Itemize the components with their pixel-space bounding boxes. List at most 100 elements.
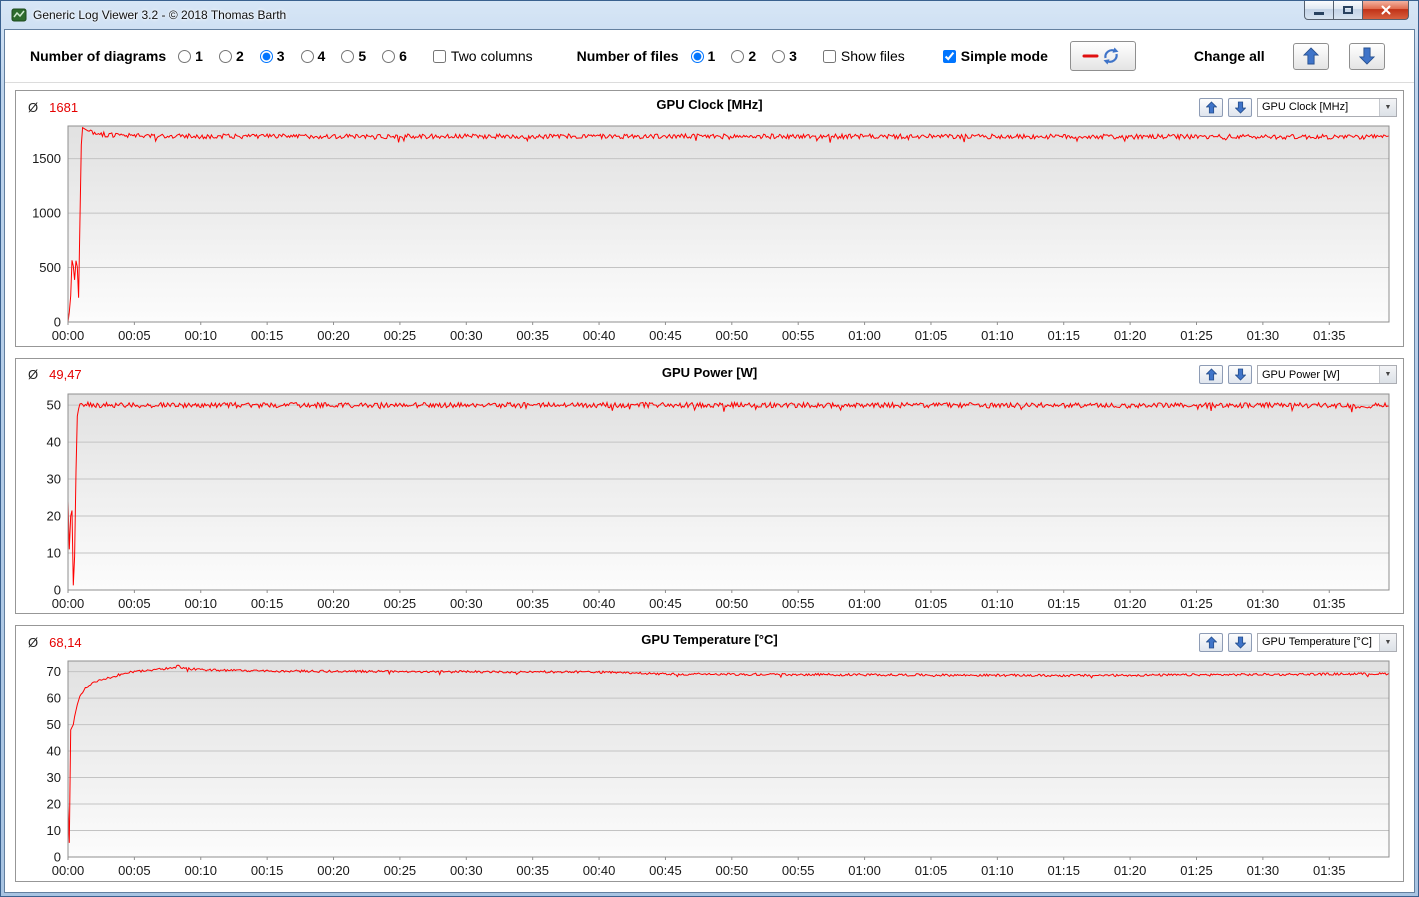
- svg-text:00:20: 00:20: [317, 328, 350, 343]
- client-area: Number of diagrams 1 2 3 4 5 6 Two colum…: [4, 29, 1415, 893]
- two-columns-checkbox[interactable]: [433, 50, 446, 63]
- chart-panel-gpu-temperature: Ø 68,14 GPU Temperature [°C] GPU Tempera…: [15, 625, 1404, 882]
- svg-text:60: 60: [47, 691, 61, 706]
- svg-text:00:30: 00:30: [450, 596, 483, 611]
- svg-text:00:20: 00:20: [317, 596, 350, 611]
- svg-text:00:45: 00:45: [649, 328, 682, 343]
- change-all-label: Change all: [1194, 48, 1265, 64]
- files-radio-2[interactable]: 2: [731, 48, 756, 64]
- svg-text:01:25: 01:25: [1180, 596, 1213, 611]
- svg-text:500: 500: [39, 260, 61, 275]
- diagrams-radio-3[interactable]: 3: [260, 48, 285, 64]
- maximize-button[interactable]: [1334, 1, 1363, 20]
- change-all-up-button[interactable]: [1293, 43, 1329, 70]
- move-chart-down-button[interactable]: [1228, 98, 1252, 117]
- diagrams-radio-input-4[interactable]: [301, 50, 314, 63]
- diagrams-radio-input-1[interactable]: [178, 50, 191, 63]
- chart-panel-gpu-clock: Ø 1681 GPU Clock [MHz] GPU Clock [MHz] ▼: [15, 90, 1404, 347]
- diagrams-radio-input-2[interactable]: [219, 50, 232, 63]
- svg-text:01:10: 01:10: [981, 328, 1014, 343]
- svg-text:01:35: 01:35: [1313, 328, 1346, 343]
- svg-text:01:10: 01:10: [981, 863, 1014, 878]
- arrow-up-icon: [1206, 636, 1217, 649]
- svg-text:01:20: 01:20: [1114, 596, 1147, 611]
- diagrams-radio-2[interactable]: 2: [219, 48, 244, 64]
- move-chart-up-button[interactable]: [1199, 98, 1223, 117]
- svg-text:00:00: 00:00: [52, 596, 85, 611]
- move-chart-up-button[interactable]: [1199, 633, 1223, 652]
- svg-text:00:40: 00:40: [583, 328, 616, 343]
- show-files-option[interactable]: Show files: [823, 48, 905, 64]
- files-radio-input-1[interactable]: [691, 50, 704, 63]
- measurement-select[interactable]: GPU Clock [MHz] ▼: [1257, 98, 1397, 117]
- arrow-down-icon: [1235, 636, 1246, 649]
- line-style-refresh-button[interactable]: [1070, 41, 1136, 71]
- files-radio-3[interactable]: 3: [772, 48, 797, 64]
- diagrams-radio-1[interactable]: 1: [178, 48, 203, 64]
- files-radio-input-3[interactable]: [772, 50, 785, 63]
- show-files-checkbox[interactable]: [823, 50, 836, 63]
- titlebar[interactable]: Generic Log Viewer 3.2 - © 2018 Thomas B…: [4, 1, 1415, 29]
- svg-text:10: 10: [47, 823, 61, 838]
- diagrams-radio-input-5[interactable]: [341, 50, 354, 63]
- svg-text:00:30: 00:30: [450, 863, 483, 878]
- svg-text:00:10: 00:10: [184, 328, 217, 343]
- measurement-select[interactable]: GPU Power [W] ▼: [1257, 365, 1397, 384]
- svg-text:01:00: 01:00: [848, 328, 881, 343]
- average-value: 1681: [49, 100, 78, 115]
- svg-text:40: 40: [47, 744, 61, 759]
- diagrams-label: Number of diagrams: [30, 48, 166, 64]
- svg-text:01:30: 01:30: [1247, 328, 1280, 343]
- move-chart-down-button[interactable]: [1228, 365, 1252, 384]
- svg-text:00:15: 00:15: [251, 596, 284, 611]
- window-title: Generic Log Viewer 3.2 - © 2018 Thomas B…: [33, 8, 286, 22]
- panel-header: Ø 1681 GPU Clock [MHz] GPU Clock [MHz] ▼: [16, 91, 1403, 120]
- simple-mode-option[interactable]: Simple mode: [943, 48, 1048, 64]
- svg-text:30: 30: [47, 471, 61, 486]
- arrow-down-icon: [1235, 101, 1246, 114]
- diagrams-radio-input-6[interactable]: [382, 50, 395, 63]
- move-chart-down-button[interactable]: [1228, 633, 1252, 652]
- svg-text:00:25: 00:25: [384, 863, 417, 878]
- diagrams-radio-6[interactable]: 6: [382, 48, 407, 64]
- chart-title: GPU Temperature [°C]: [16, 632, 1403, 647]
- files-radio-1[interactable]: 1: [691, 48, 716, 64]
- average-value: 68,14: [49, 635, 82, 650]
- app-window: Generic Log Viewer 3.2 - © 2018 Thomas B…: [0, 0, 1419, 897]
- svg-text:01:15: 01:15: [1047, 863, 1080, 878]
- move-chart-up-button[interactable]: [1199, 365, 1223, 384]
- files-radio-input-2[interactable]: [731, 50, 744, 63]
- svg-text:00:30: 00:30: [450, 328, 483, 343]
- window-controls: [1304, 1, 1409, 20]
- arrow-up-icon: [1206, 368, 1217, 381]
- svg-text:00:45: 00:45: [649, 596, 682, 611]
- svg-text:1500: 1500: [32, 151, 61, 166]
- arrow-up-icon: [1206, 101, 1217, 114]
- diagrams-radio-input-3[interactable]: [260, 50, 273, 63]
- panel-controls: GPU Temperature [°C] ▼: [1199, 633, 1397, 652]
- svg-text:1000: 1000: [32, 206, 61, 221]
- simple-mode-checkbox[interactable]: [943, 50, 956, 63]
- two-columns-option[interactable]: Two columns: [433, 48, 533, 64]
- files-label: Number of files: [577, 48, 679, 64]
- files-radio-group: 1 2 3: [691, 48, 797, 64]
- svg-text:01:25: 01:25: [1180, 328, 1213, 343]
- svg-text:01:20: 01:20: [1114, 863, 1147, 878]
- chart-area: 0102030405000:0000:0500:1000:1500:2000:2…: [16, 388, 1403, 614]
- change-all-down-button[interactable]: [1349, 43, 1385, 70]
- diagrams-radio-4[interactable]: 4: [301, 48, 326, 64]
- diagrams-radio-5[interactable]: 5: [341, 48, 366, 64]
- svg-text:00:05: 00:05: [118, 863, 151, 878]
- minimize-button[interactable]: [1304, 1, 1334, 20]
- svg-text:01:00: 01:00: [848, 596, 881, 611]
- panel-header: Ø 49,47 GPU Power [W] GPU Power [W] ▼: [16, 359, 1403, 388]
- arrow-down-icon: [1235, 368, 1246, 381]
- svg-text:00:50: 00:50: [716, 328, 749, 343]
- close-button[interactable]: [1363, 1, 1409, 20]
- panel-controls: GPU Clock [MHz] ▼: [1199, 98, 1397, 117]
- chart-panel-gpu-power: Ø 49,47 GPU Power [W] GPU Power [W] ▼: [15, 358, 1404, 615]
- average-symbol: Ø: [28, 367, 38, 382]
- toolbar: Number of diagrams 1 2 3 4 5 6 Two colum…: [5, 30, 1414, 83]
- measurement-select[interactable]: GPU Temperature [°C] ▼: [1257, 633, 1397, 652]
- svg-text:00:05: 00:05: [118, 328, 151, 343]
